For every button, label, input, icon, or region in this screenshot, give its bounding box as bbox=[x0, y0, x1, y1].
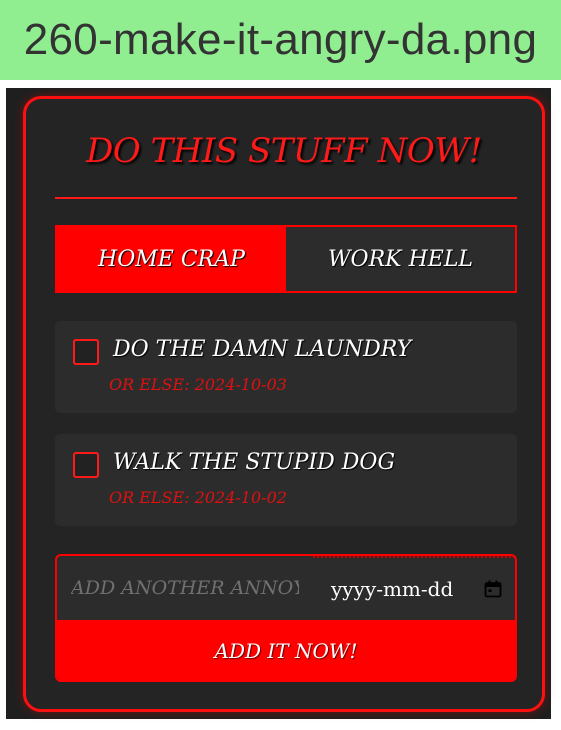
todo-card: DO THIS STUFF NOW! HOME CRAP WORK HELL D… bbox=[23, 96, 545, 712]
add-task-button[interactable]: ADD IT NOW! bbox=[57, 620, 515, 680]
tab-bar: HOME CRAP WORK HELL bbox=[55, 225, 517, 293]
task-text: DO THE DAMN LAUNDRY bbox=[113, 337, 412, 362]
new-task-input[interactable] bbox=[57, 556, 313, 620]
task-checkbox[interactable] bbox=[73, 452, 99, 478]
task-due-date: OR ELSE: 2024-10-03 bbox=[109, 375, 287, 394]
tab-work-hell[interactable]: WORK HELL bbox=[286, 227, 515, 291]
task-item: WALK THE STUPID DOG OR ELSE: 2024-10-02 bbox=[55, 434, 517, 526]
screenshot-filename-label: 260-make-it-angry-da.png bbox=[0, 0, 561, 80]
tab-home-crap[interactable]: HOME CRAP bbox=[57, 227, 286, 291]
task-item: DO THE DAMN LAUNDRY OR ELSE: 2024-10-03 bbox=[55, 321, 517, 413]
add-task-form: yyyy-mm-dd ADD IT NOW! bbox=[55, 554, 517, 682]
due-date-input[interactable]: yyyy-mm-dd bbox=[313, 556, 515, 620]
task-checkbox[interactable] bbox=[73, 339, 99, 365]
task-text: WALK THE STUPID DOG bbox=[113, 450, 396, 475]
title-divider bbox=[55, 197, 517, 199]
calendar-icon[interactable] bbox=[483, 579, 503, 599]
date-placeholder-text: yyyy-mm-dd bbox=[331, 577, 454, 601]
page-title: DO THIS STUFF NOW! bbox=[86, 131, 482, 171]
app-frame: DO THIS STUFF NOW! HOME CRAP WORK HELL D… bbox=[6, 88, 551, 719]
task-due-date: OR ELSE: 2024-10-02 bbox=[109, 488, 287, 507]
